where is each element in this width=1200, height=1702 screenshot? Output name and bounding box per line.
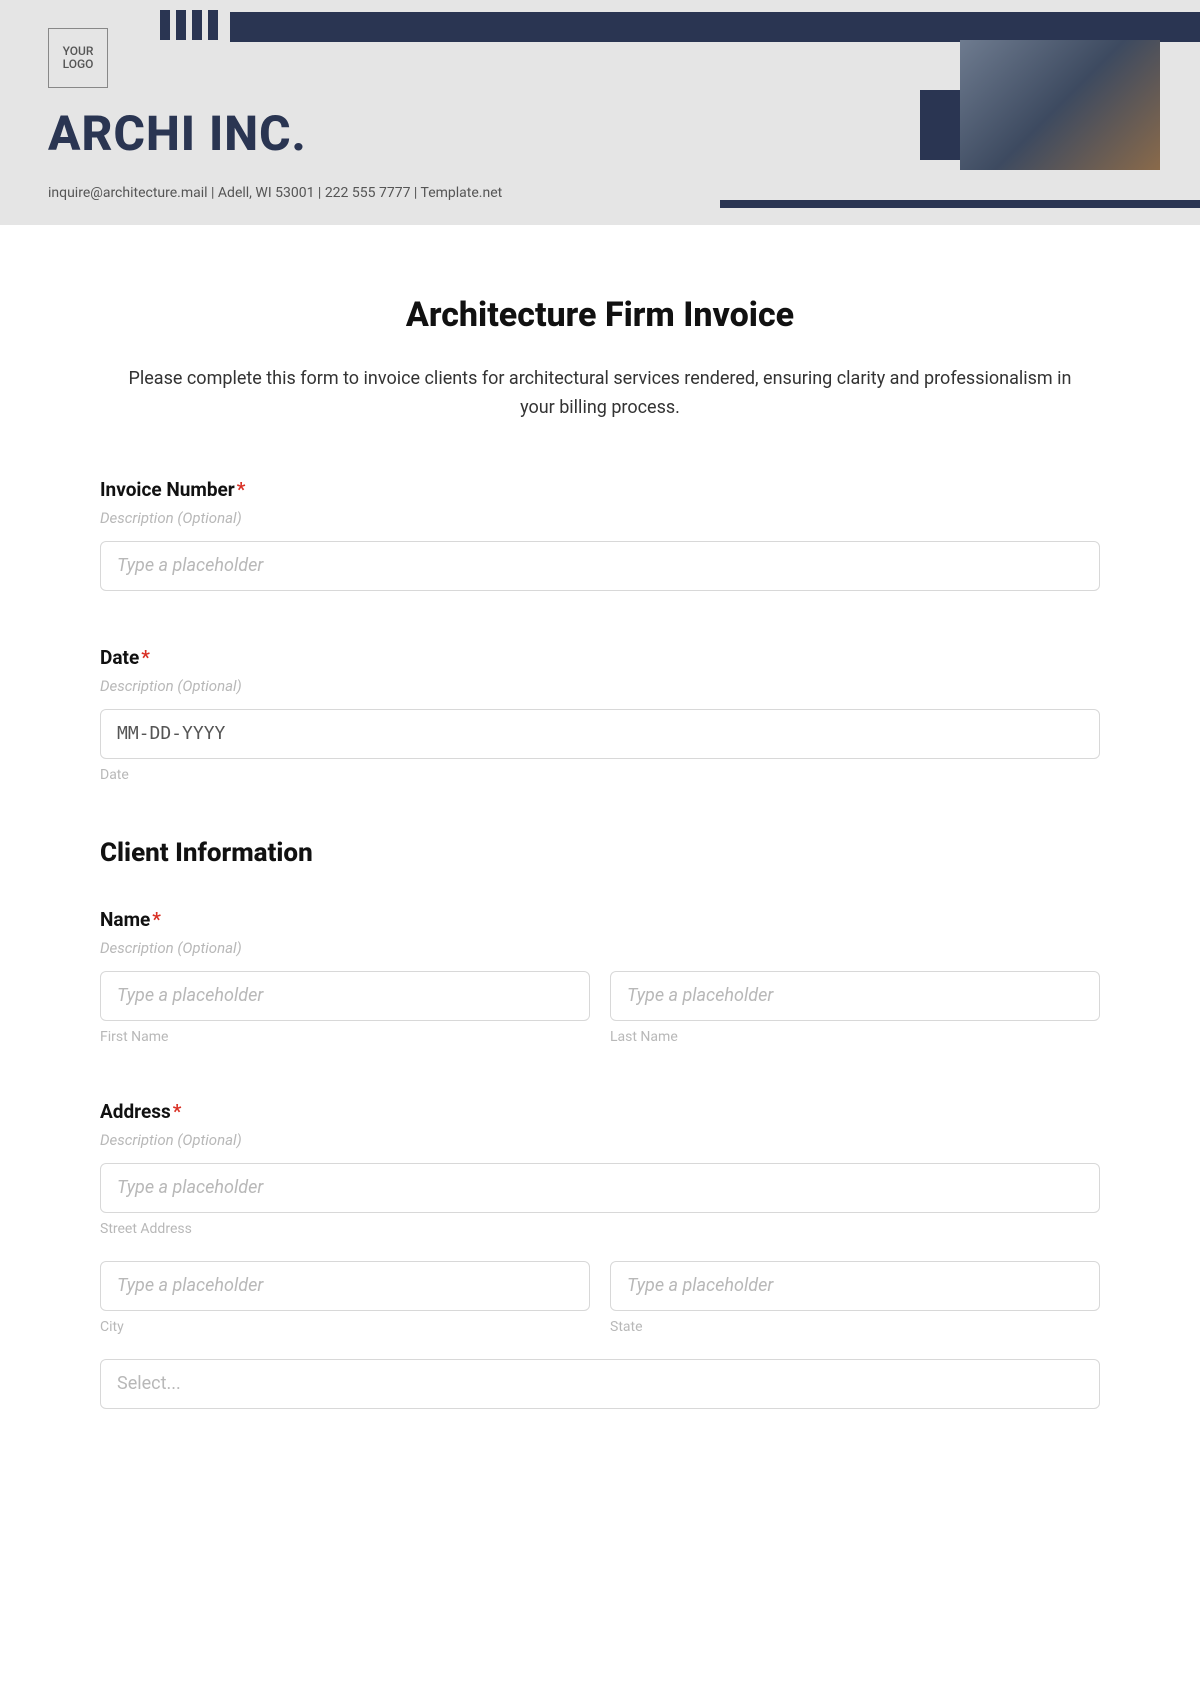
contact-line: inquire@architecture.mail | Adell, WI 53… [48, 185, 502, 201]
invoice-number-label: Invoice Number* [100, 478, 1100, 501]
company-name: ARCHI INC. [48, 105, 307, 162]
city-input[interactable] [100, 1261, 590, 1311]
invoice-number-label-text: Invoice Number [100, 478, 235, 501]
client-info-heading: Client Information [100, 838, 1100, 868]
invoice-number-input[interactable] [100, 541, 1100, 591]
name-label-text: Name [100, 908, 150, 931]
address-label-text: Address [100, 1100, 171, 1123]
header-banner: YOUR LOGO ARCHI INC. inquire@architectur… [0, 0, 1200, 225]
state-input[interactable] [610, 1261, 1100, 1311]
last-name-sublabel: Last Name [610, 1029, 1100, 1045]
required-asterisk: * [237, 478, 246, 501]
first-name-input[interactable] [100, 971, 590, 1021]
bottom-accent-band [720, 200, 1200, 208]
date-input[interactable] [100, 709, 1100, 759]
date-sublabel: Date [100, 767, 1100, 783]
street-address-input[interactable] [100, 1163, 1100, 1213]
required-asterisk: * [152, 908, 161, 931]
form-container: Architecture Firm Invoice Please complet… [0, 225, 1200, 1504]
country-select[interactable]: Select... [100, 1359, 1100, 1409]
required-asterisk: * [173, 1100, 182, 1123]
city-sublabel: City [100, 1319, 590, 1335]
date-label: Date* [100, 646, 1100, 669]
first-name-sublabel: First Name [100, 1029, 590, 1045]
required-asterisk: * [141, 646, 150, 669]
invoice-number-group: Invoice Number* Description (Optional) [100, 478, 1100, 591]
top-accent-band [230, 12, 1200, 42]
date-desc: Description (Optional) [100, 677, 1100, 695]
address-group: Address* Description (Optional) Street A… [100, 1100, 1100, 1409]
address-desc: Description (Optional) [100, 1131, 1100, 1149]
form-title: Architecture Firm Invoice [100, 295, 1100, 335]
name-group: Name* Description (Optional) First Name … [100, 908, 1100, 1045]
address-label: Address* [100, 1100, 1100, 1123]
invoice-number-desc: Description (Optional) [100, 509, 1100, 527]
name-desc: Description (Optional) [100, 939, 1100, 957]
street-address-sublabel: Street Address [100, 1221, 1100, 1237]
hero-photo [960, 40, 1160, 170]
date-label-text: Date [100, 646, 139, 669]
decorative-bars [160, 10, 218, 40]
logo-placeholder: YOUR LOGO [48, 28, 108, 88]
date-group: Date* Description (Optional) Date [100, 646, 1100, 783]
state-sublabel: State [610, 1319, 1100, 1335]
country-select-placeholder: Select... [117, 1373, 181, 1394]
name-label: Name* [100, 908, 1100, 931]
last-name-input[interactable] [610, 971, 1100, 1021]
form-intro: Please complete this form to invoice cli… [100, 365, 1100, 423]
